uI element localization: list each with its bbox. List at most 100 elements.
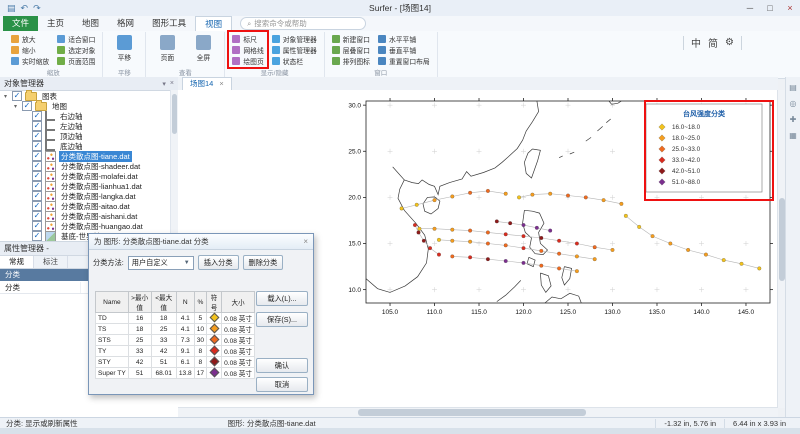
tree-item[interactable]: ✓底边轴 (0, 141, 178, 151)
class-cell[interactable]: 9.1 (176, 346, 194, 357)
horizontal-scrollbar[interactable] (178, 407, 778, 417)
save-button[interactable]: 保存(S)... (256, 312, 308, 327)
visibility-checkbox[interactable]: ✓ (32, 151, 42, 161)
class-symbol-cell[interactable] (207, 324, 222, 335)
delete-class-button[interactable]: 删除分类 (243, 255, 284, 270)
class-table[interactable]: Name>最小值<最大值N%符号大小 TD16184.150.08 英寸TS18… (95, 291, 255, 379)
tree-item[interactable]: ▾✓图表 (0, 91, 178, 101)
load-button[interactable]: 载入(L)... (256, 291, 308, 306)
close-button[interactable]: × (780, 1, 800, 16)
class-cell[interactable]: TD (96, 313, 129, 324)
class-size-cell[interactable]: 0.08 英寸 (222, 335, 255, 346)
save-icon[interactable]: ▤ (7, 3, 16, 14)
visibility-checkbox[interactable]: ✓ (32, 211, 42, 221)
menu-tab-格网[interactable]: 格网 (108, 16, 143, 31)
class-cell[interactable]: Super TY (96, 368, 129, 379)
tree-item[interactable]: ✓分类散点图-aitao.dat (0, 201, 178, 211)
class-cell[interactable]: 33 (128, 346, 151, 357)
menu-tab-地图[interactable]: 地图 (73, 16, 108, 31)
dialog-close-icon[interactable]: × (303, 237, 308, 246)
class-table-row[interactable]: TY33429.180.08 英寸 (96, 346, 255, 357)
ribbon-button[interactable]: 新建窗口 (330, 33, 372, 44)
ribbon-button[interactable]: 标尺 (230, 33, 265, 44)
class-symbol-cell[interactable] (207, 368, 222, 379)
ribbon-button[interactable]: 网格线 (230, 44, 265, 55)
settings-gear-icon[interactable]: ⚙ (725, 37, 734, 48)
tree-item[interactable]: ✓右边轴 (0, 111, 178, 121)
class-cell[interactable]: TY (96, 346, 129, 357)
tree-item[interactable]: ✓分类散点图-tiane.dat (0, 151, 178, 161)
ribbon-button[interactable]: 平移 (108, 33, 140, 62)
class-cell[interactable]: 17 (194, 368, 206, 379)
class-size-cell[interactable]: 0.08 英寸 (222, 368, 255, 379)
visibility-checkbox[interactable]: ✓ (32, 201, 42, 211)
language-toggle[interactable]: 中 (691, 35, 701, 50)
visibility-checkbox[interactable]: ✓ (32, 221, 42, 231)
class-cell[interactable]: 18 (128, 324, 151, 335)
class-table-row[interactable]: TD16184.150.08 英寸 (96, 313, 255, 324)
class-table-row[interactable]: STS25337.3300.08 英寸 (96, 335, 255, 346)
page-icon[interactable]: ▤ (789, 83, 797, 92)
class-size-cell[interactable]: 0.08 英寸 (222, 313, 255, 324)
visibility-checkbox[interactable]: ✓ (12, 91, 22, 101)
class-cell[interactable]: 42 (151, 346, 176, 357)
class-cell[interactable]: 5 (194, 313, 206, 324)
ribbon-button[interactable]: 垂直平铺 (376, 44, 432, 55)
tab-close-icon[interactable]: × (219, 78, 223, 90)
document-tab[interactable]: 场图14 × (182, 77, 232, 90)
tree-item[interactable]: ✓分类散点图-molafei.dat (0, 171, 178, 181)
visibility-checkbox[interactable]: ✓ (32, 121, 42, 131)
tree-scrollbar[interactable] (170, 90, 178, 241)
class-cell[interactable]: 10 (194, 324, 206, 335)
tree-item[interactable]: ✓左边轴 (0, 121, 178, 131)
ribbon-button[interactable]: 绘图页 (230, 55, 265, 66)
ribbon-button[interactable]: 缩小 (9, 44, 51, 55)
class-cell[interactable]: 25 (151, 324, 176, 335)
minimize-button[interactable]: ─ (740, 1, 760, 16)
tree-item[interactable]: ✓分类散点图-aishani.dat (0, 211, 178, 221)
tree-item[interactable]: ✓分类散点图-lianhua1.dat (0, 181, 178, 191)
class-table-row[interactable]: TS18254.110 0.08 英寸 (96, 324, 255, 335)
tree-item[interactable]: ✓分类散点图-shadeer.dat (0, 161, 178, 171)
zoom-icon[interactable]: ◎ (790, 99, 797, 108)
visibility-checkbox[interactable]: ✓ (32, 131, 42, 141)
class-cell[interactable]: 42 (128, 357, 151, 368)
class-cell[interactable]: 51 (151, 357, 176, 368)
dialog-title-bar[interactable]: 为 图形: 分类散点图-tiane.dat 分类 × (89, 234, 313, 250)
method-dropdown[interactable]: 用户自定义 ▼ (128, 256, 194, 270)
maximize-button[interactable]: □ (760, 1, 780, 16)
class-size-cell[interactable]: 0.08 英寸 (222, 324, 255, 335)
class-cell[interactable]: TS (96, 324, 129, 335)
visibility-checkbox[interactable]: ✓ (32, 191, 42, 201)
menu-tab-图形工具[interactable]: 图形工具 (143, 16, 195, 31)
class-cell[interactable]: 68.01 (151, 368, 176, 379)
class-cell[interactable]: 4.1 (176, 324, 194, 335)
ribbon-button[interactable]: 属性管理器 (270, 44, 319, 55)
class-cell[interactable]: STY (96, 357, 129, 368)
tree-item[interactable]: ✓顶边轴 (0, 131, 178, 141)
property-tab-标注[interactable]: 标注 (34, 256, 68, 268)
cancel-button[interactable]: 取消 (256, 377, 308, 392)
menu-tab-主页[interactable]: 主页 (38, 16, 73, 31)
ribbon-button[interactable]: 状态栏 (270, 55, 319, 66)
expander-icon[interactable]: ▾ (12, 103, 19, 110)
menu-tab-视图[interactable]: 视图 (195, 16, 232, 31)
ribbon-button[interactable]: 重置窗口布局 (376, 55, 432, 66)
ribbon-button[interactable]: 实时缩放 (9, 55, 51, 66)
charset-toggle[interactable]: 简 (708, 35, 718, 50)
ribbon-button[interactable]: 水平平铺 (376, 33, 432, 44)
visibility-checkbox[interactable]: ✓ (32, 161, 42, 171)
class-symbol-cell[interactable] (207, 346, 222, 357)
visibility-checkbox[interactable]: ✓ (32, 181, 42, 191)
class-symbol-cell[interactable] (207, 357, 222, 368)
class-cell[interactable]: 6.1 (176, 357, 194, 368)
visibility-checkbox[interactable]: ✓ (22, 101, 32, 111)
insert-class-button[interactable]: 插入分类 (198, 255, 239, 270)
class-size-cell[interactable]: 0.08 英寸 (222, 346, 255, 357)
visibility-checkbox[interactable]: ✓ (32, 141, 42, 151)
class-cell[interactable]: 13.8 (176, 368, 194, 379)
class-symbol-cell[interactable] (207, 313, 222, 324)
class-symbol-cell[interactable] (207, 335, 222, 346)
class-cell[interactable]: 25 (128, 335, 151, 346)
ribbon-button[interactable]: 适合窗口 (55, 33, 97, 44)
